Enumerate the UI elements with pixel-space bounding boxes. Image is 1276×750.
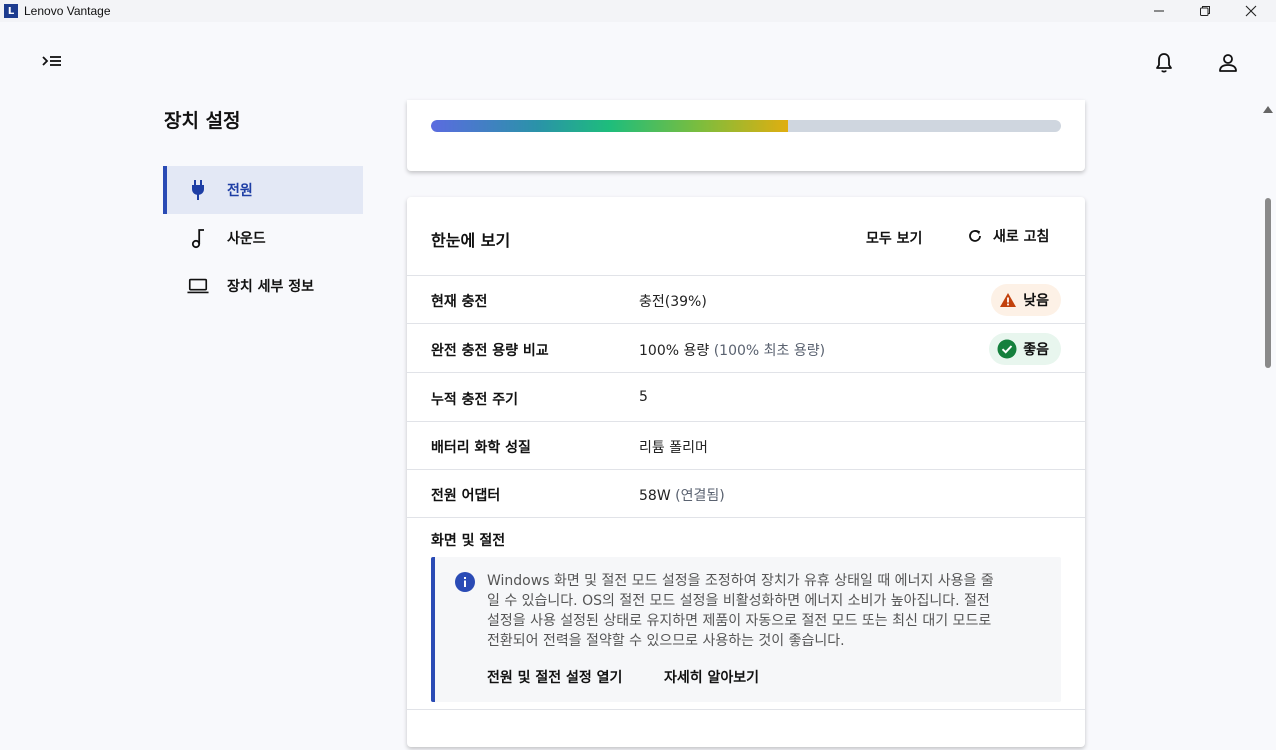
table-row: 누적 충전 주기 5 <box>407 374 1085 422</box>
section-title: 화면 및 절전 <box>431 533 506 549</box>
divider <box>407 709 1085 710</box>
open-power-settings-link[interactable]: 전원 및 절전 설정 열기 <box>487 667 622 687</box>
sidebar-item-power[interactable]: 전원 <box>163 166 363 214</box>
window-title: Lenovo Vantage <box>24 4 111 18</box>
info-box: Windows 화면 및 절전 모드 설정을 조정하여 장치가 유휴 상태일 때… <box>431 557 1061 702</box>
row-label: 누적 충전 주기 <box>431 392 519 408</box>
learn-more-link[interactable]: 자세히 알아보기 <box>664 667 759 687</box>
laptop-icon <box>187 275 209 297</box>
check-circle-icon <box>997 339 1017 359</box>
refresh-label: 새로 고침 <box>993 229 1050 245</box>
row-label: 전원 어댑터 <box>431 488 501 504</box>
row-value: 100% 용량 (100% 최초 용량) <box>639 343 826 359</box>
glance-card: 한눈에 보기 모두 보기 새로 고침 현재 충전 충전(39%) 낮음 완전 충… <box>407 197 1085 747</box>
music-note-icon <box>187 227 209 249</box>
refresh-icon <box>969 230 981 242</box>
battery-progress-fill <box>431 120 789 132</box>
sidebar-item-label: 장치 세부 정보 <box>227 279 315 295</box>
row-value: 충전(39%) <box>639 294 707 310</box>
row-value: 리튬 폴리머 <box>639 440 708 456</box>
row-label: 완전 충전 용량 비교 <box>431 343 549 359</box>
row-label: 현재 충전 <box>431 294 488 310</box>
plug-icon <box>187 179 209 201</box>
battery-progress-bar <box>431 120 1061 132</box>
app-logo: L <box>4 4 18 18</box>
table-row: 현재 충전 충전(39%) 낮음 <box>407 276 1085 324</box>
warning-icon <box>1000 293 1017 307</box>
account-button[interactable] <box>1216 51 1240 75</box>
menu-toggle-button[interactable] <box>40 52 64 72</box>
notifications-button[interactable] <box>1152 51 1176 75</box>
glance-header: 한눈에 보기 모두 보기 새로 고침 <box>407 197 1085 276</box>
table-row: 전원 어댑터 58W (연결됨) <box>407 470 1085 518</box>
sidebar-item-device-details[interactable]: 장치 세부 정보 <box>163 262 363 310</box>
page-title: 장치 설정 <box>164 110 241 132</box>
close-button[interactable] <box>1228 0 1274 22</box>
close-icon <box>1245 5 1257 17</box>
table-row: 완전 충전 용량 비교 100% 용량 (100% 최초 용량) 좋음 <box>407 325 1085 373</box>
table-row: 배터리 화학 성질 리튬 폴리머 <box>407 422 1085 470</box>
title-bar: L Lenovo Vantage <box>0 0 1276 22</box>
row-value: 5 <box>639 389 648 405</box>
row-label: 배터리 화학 성질 <box>431 440 531 456</box>
scroll-up-arrow-icon[interactable] <box>1262 104 1274 114</box>
scrollbar-thumb[interactable] <box>1265 198 1271 368</box>
minimize-button[interactable] <box>1136 0 1182 22</box>
row-value: 58W (연결됨) <box>639 488 725 504</box>
info-icon <box>455 572 475 592</box>
status-badge: 좋음 <box>989 333 1061 365</box>
badge-label: 낮음 <box>1023 293 1049 309</box>
menu-collapse-icon <box>42 56 61 66</box>
user-icon <box>1219 54 1237 72</box>
info-text: Windows 화면 및 절전 모드 설정을 조정하여 장치가 유휴 상태일 때… <box>487 573 994 649</box>
refresh-button[interactable]: 새로 고침 <box>967 226 1049 246</box>
glance-title: 한눈에 보기 <box>431 231 511 250</box>
status-badge: 낮음 <box>991 284 1061 316</box>
minimize-icon <box>1154 10 1164 12</box>
restore-icon <box>1200 6 1210 16</box>
sidebar-item-label: 사운드 <box>227 231 266 247</box>
sidebar-item-label: 전원 <box>227 183 253 199</box>
view-all-button[interactable]: 모두 보기 <box>866 228 922 248</box>
badge-label: 좋음 <box>1023 342 1049 358</box>
restore-button[interactable] <box>1182 0 1228 22</box>
battery-level-card <box>407 100 1085 171</box>
bell-icon <box>1156 53 1172 73</box>
sidebar-item-sound[interactable]: 사운드 <box>163 214 363 262</box>
